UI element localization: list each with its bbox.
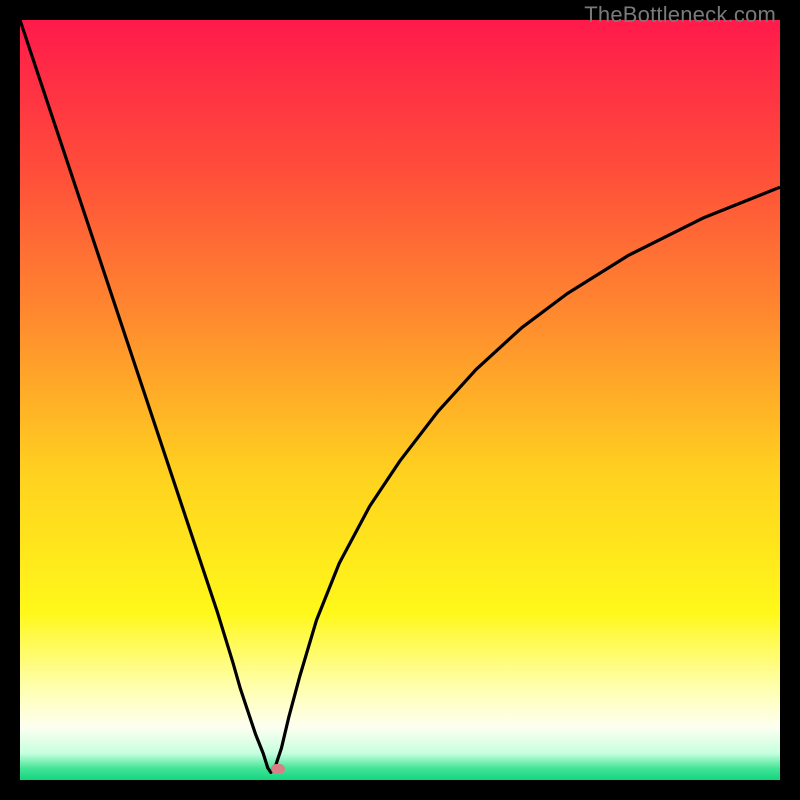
watermark-text: TheBottleneck.com — [584, 2, 776, 28]
notch-marker — [271, 764, 285, 774]
bottleneck-plot — [20, 20, 780, 780]
chart-frame — [20, 20, 780, 780]
gradient-background — [20, 20, 780, 780]
